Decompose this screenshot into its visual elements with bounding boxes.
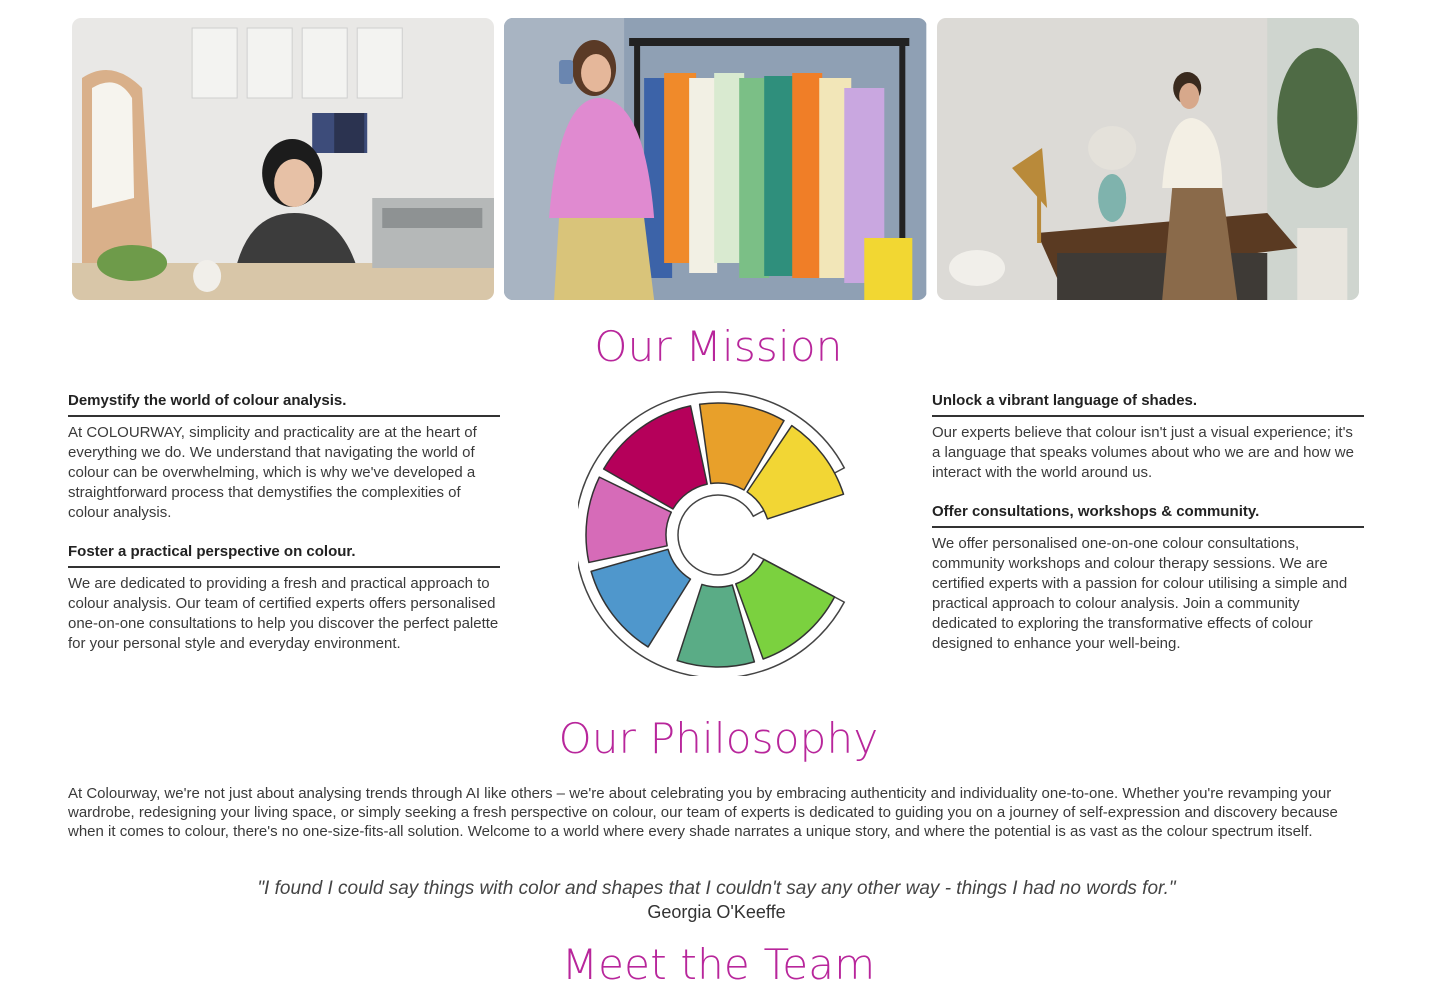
mission-title: Our Mission	[594, 322, 843, 371]
quote-text: "I found I could say things with color a…	[257, 878, 1176, 899]
photo-gallery	[72, 18, 1359, 300]
mission-block: Offer consultations, workshops & communi…	[932, 503, 1364, 654]
mission-block-body: We offer personalised one-on-one colour …	[932, 535, 1348, 652]
woman-arranging-vase-photo	[936, 18, 1359, 300]
quote-author: Georgia O'Keeffe	[647, 902, 786, 922]
colour-wheel-logo	[574, 390, 858, 679]
mission-block-body: We are dedicated to providing a fresh an…	[68, 575, 499, 652]
designer-at-desk-photo	[72, 18, 495, 300]
mission-block-heading: Demystify the world of colour analysis.	[68, 392, 500, 417]
mission-block-body: At COLOURWAY, simplicity and practicalit…	[68, 424, 477, 521]
mission-block-body: Our experts believe that colour isn't ju…	[932, 424, 1354, 481]
woman-selfie-clothing-rack-photo	[504, 18, 927, 300]
mission-block: Demystify the world of colour analysis. …	[68, 392, 500, 523]
mission-block-heading: Unlock a vibrant language of shades.	[932, 392, 1364, 417]
team-title: Meet the Team	[561, 940, 876, 989]
mission-left-column: Demystify the world of colour analysis. …	[68, 392, 500, 674]
mission-block: Unlock a vibrant language of shades. Our…	[932, 392, 1364, 483]
philosophy-title: Our Philosophy	[558, 714, 879, 763]
mission-block: Foster a practical perspective on colour…	[68, 543, 500, 654]
mission-block-heading: Offer consultations, workshops & communi…	[932, 503, 1364, 528]
mission-right-column: Unlock a vibrant language of shades. Our…	[932, 392, 1364, 674]
mission-block-heading: Foster a practical perspective on colour…	[68, 543, 500, 568]
philosophy-text: At Colourway, we're not just about analy…	[68, 785, 1338, 840]
